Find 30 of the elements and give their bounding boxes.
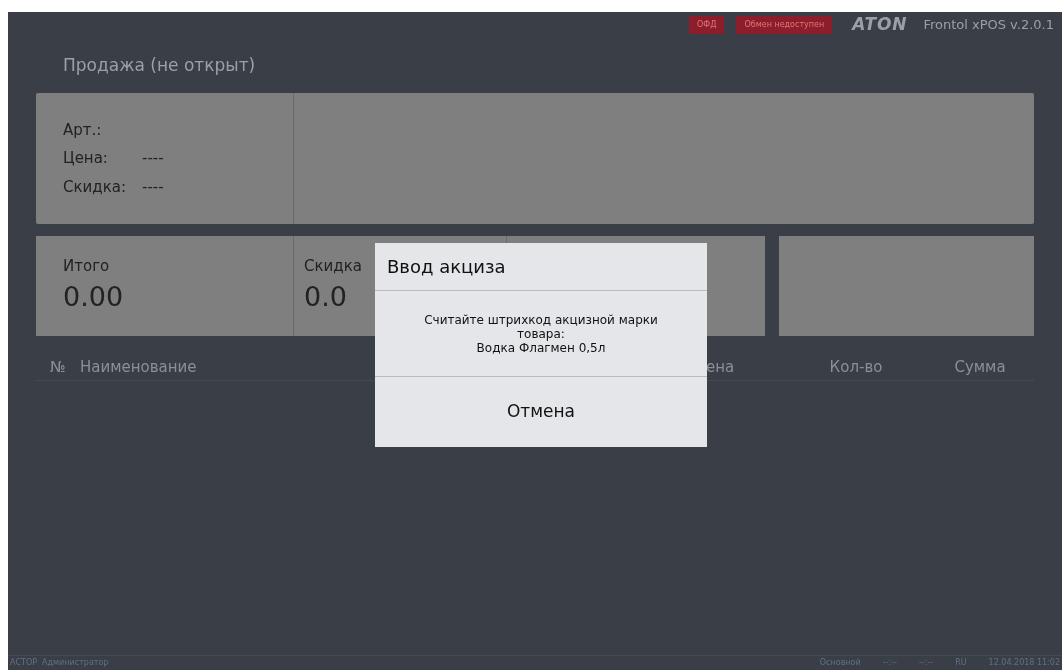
status-text: 12.04.2018 11:02 <box>988 657 1060 669</box>
field-label: Скидка: <box>63 176 126 198</box>
total-label: Скидка <box>304 255 362 277</box>
screen-title: Продажа (не открыт) <box>63 53 256 77</box>
total-label: Итого <box>63 255 110 277</box>
total-value: 0.0 <box>304 280 347 314</box>
logo: ATON <box>852 13 908 37</box>
cancel-button[interactable]: Отмена <box>375 377 707 447</box>
field-value: ---- <box>141 176 165 198</box>
product-name: Водка Флагмен 0,5л <box>476 340 606 355</box>
status-text: АСТОР <box>10 657 38 669</box>
status-text: --:-- <box>882 657 897 669</box>
field-value: ---- <box>141 148 165 170</box>
version-label: Frontol xPOS v.2.0.1 <box>923 16 1054 35</box>
status-text: Основной <box>819 657 861 669</box>
dialog-title: Ввод акциза <box>387 255 506 279</box>
status-badge: ОФД <box>689 16 725 34</box>
column-header: Сумма <box>953 356 1007 378</box>
total-value: 0.00 <box>63 280 124 314</box>
column-header: Кол-во <box>828 356 884 378</box>
status-badge: Обмен недоступен <box>736 16 833 34</box>
dialog-message: Считайте штрихкод акцизной марки товара: <box>423 312 659 341</box>
status-text: Администратор <box>42 657 109 669</box>
field-label: Арт.: <box>63 119 103 141</box>
column-header: Наименование <box>79 356 198 378</box>
column-header: № <box>49 356 67 378</box>
status-text: --:-- <box>918 657 934 669</box>
column-header: ена <box>706 356 736 378</box>
field-label: Цена: <box>63 148 109 170</box>
status-text: RU <box>955 657 967 669</box>
